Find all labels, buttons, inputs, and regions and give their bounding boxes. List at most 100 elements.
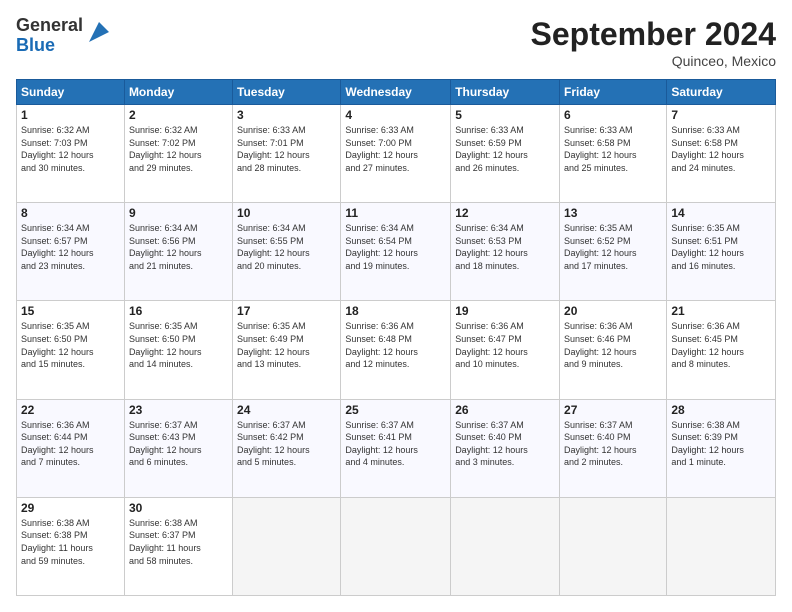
day-number: 18 [345, 304, 446, 318]
day-number: 24 [237, 403, 336, 417]
col-wednesday: Wednesday [341, 80, 451, 105]
day-number: 3 [237, 108, 336, 122]
table-row: 15Sunrise: 6:35 AM Sunset: 6:50 PM Dayli… [17, 301, 125, 399]
day-info: Sunrise: 6:34 AM Sunset: 6:54 PM Dayligh… [345, 222, 446, 272]
table-row: 12 Sunrise: 6:34 AM Sunset: 6:53 PM Dayli… [451, 203, 560, 301]
table-row: 30Sunrise: 6:38 AM Sunset: 6:37 PM Dayli… [124, 497, 232, 595]
table-row: 26Sunrise: 6:37 AM Sunset: 6:40 PM Dayli… [451, 399, 560, 497]
day-number: 13 [564, 206, 662, 220]
day-info: Sunrise: 6:35 AM Sunset: 6:50 PM Dayligh… [129, 320, 228, 370]
day-info: Sunrise: 6:37 AM Sunset: 6:41 PM Dayligh… [345, 419, 446, 469]
week-row-4: 22 Sunrise: 6:36 AM Sunset: 6:44 PM Dayli… [17, 399, 776, 497]
day-info: Sunrise: 6:36 AM Sunset: 6:44 PM Dayligh… [21, 419, 120, 469]
day-info: Sunrise: 6:38 AM Sunset: 6:38 PM Dayligh… [21, 517, 120, 567]
col-monday: Monday [124, 80, 232, 105]
logo-blue: Blue [16, 35, 55, 55]
week-row-1: 1 Sunrise: 6:32 AM Sunset: 7:03 PM Daylig… [17, 105, 776, 203]
location: Quinceo, Mexico [531, 53, 776, 69]
logo: General Blue [16, 16, 113, 56]
day-number: 7 [671, 108, 771, 122]
table-row: 8Sunrise: 6:34 AM Sunset: 6:57 PM Daylig… [17, 203, 125, 301]
day-info: Sunrise: 6:34 AM Sunset: 6:56 PM Dayligh… [129, 222, 228, 272]
day-info: Sunrise: 6:32 AM Sunset: 7:03 PM Dayligh… [21, 124, 120, 174]
table-row: 25 Sunrise: 6:37 AM Sunset: 6:41 PM Dayli… [341, 399, 451, 497]
table-row: 22 Sunrise: 6:36 AM Sunset: 6:44 PM Dayli… [17, 399, 125, 497]
table-row: 17 Sunrise: 6:35 AM Sunset: 6:49 PM Dayli… [233, 301, 341, 399]
day-number: 21 [671, 304, 771, 318]
day-number: 23 [129, 403, 228, 417]
table-row: 13 Sunrise: 6:35 AM Sunset: 6:52 PM Dayli… [560, 203, 667, 301]
table-row: 21Sunrise: 6:36 AM Sunset: 6:45 PM Dayli… [667, 301, 776, 399]
day-number: 4 [345, 108, 446, 122]
day-info: Sunrise: 6:33 AM Sunset: 7:00 PM Dayligh… [345, 124, 446, 174]
table-row: 27 Sunrise: 6:37 AM Sunset: 6:40 PM Dayli… [560, 399, 667, 497]
day-number: 29 [21, 501, 120, 515]
col-thursday: Thursday [451, 80, 560, 105]
table-row: 6Sunrise: 6:33 AM Sunset: 6:58 PM Daylig… [560, 105, 667, 203]
day-info: Sunrise: 6:35 AM Sunset: 6:50 PM Dayligh… [21, 320, 120, 370]
day-number: 11 [345, 206, 446, 220]
day-number: 6 [564, 108, 662, 122]
day-number: 19 [455, 304, 555, 318]
table-row: 16 Sunrise: 6:35 AM Sunset: 6:50 PM Dayli… [124, 301, 232, 399]
day-number: 1 [21, 108, 120, 122]
col-saturday: Saturday [667, 80, 776, 105]
week-row-3: 15Sunrise: 6:35 AM Sunset: 6:50 PM Dayli… [17, 301, 776, 399]
table-row [451, 497, 560, 595]
table-row: 3Sunrise: 6:33 AM Sunset: 7:01 PM Daylig… [233, 105, 341, 203]
day-number: 2 [129, 108, 228, 122]
table-row: 7 Sunrise: 6:33 AM Sunset: 6:58 PM Daylig… [667, 105, 776, 203]
calendar-table: Sunday Monday Tuesday Wednesday Thursday… [16, 79, 776, 596]
table-row: 1 Sunrise: 6:32 AM Sunset: 7:03 PM Daylig… [17, 105, 125, 203]
day-info: Sunrise: 6:34 AM Sunset: 6:53 PM Dayligh… [455, 222, 555, 272]
day-number: 28 [671, 403, 771, 417]
day-number: 27 [564, 403, 662, 417]
week-row-5: 29 Sunrise: 6:38 AM Sunset: 6:38 PM Dayli… [17, 497, 776, 595]
month-title: September 2024 [531, 16, 776, 53]
day-info: Sunrise: 6:33 AM Sunset: 6:58 PM Dayligh… [671, 124, 771, 174]
day-info: Sunrise: 6:35 AM Sunset: 6:52 PM Dayligh… [564, 222, 662, 272]
table-row: 10 Sunrise: 6:34 AM Sunset: 6:55 PM Dayli… [233, 203, 341, 301]
header-row: Sunday Monday Tuesday Wednesday Thursday… [17, 80, 776, 105]
logo-general: General [16, 15, 83, 35]
day-info: Sunrise: 6:35 AM Sunset: 6:49 PM Dayligh… [237, 320, 336, 370]
table-row [667, 497, 776, 595]
day-info: Sunrise: 6:37 AM Sunset: 6:43 PM Dayligh… [129, 419, 228, 469]
day-info: Sunrise: 6:35 AM Sunset: 6:51 PM Dayligh… [671, 222, 771, 272]
day-info: Sunrise: 6:38 AM Sunset: 6:37 PM Dayligh… [129, 517, 228, 567]
day-number: 10 [237, 206, 336, 220]
table-row: 19 Sunrise: 6:36 AM Sunset: 6:47 PM Dayli… [451, 301, 560, 399]
table-row: 9 Sunrise: 6:34 AM Sunset: 6:56 PM Daylig… [124, 203, 232, 301]
col-tuesday: Tuesday [233, 80, 341, 105]
day-number: 26 [455, 403, 555, 417]
day-info: Sunrise: 6:34 AM Sunset: 6:57 PM Dayligh… [21, 222, 120, 272]
day-info: Sunrise: 6:34 AM Sunset: 6:55 PM Dayligh… [237, 222, 336, 272]
day-info: Sunrise: 6:37 AM Sunset: 6:42 PM Dayligh… [237, 419, 336, 469]
day-number: 17 [237, 304, 336, 318]
day-number: 20 [564, 304, 662, 318]
table-row: 28 Sunrise: 6:38 AM Sunset: 6:39 PM Dayli… [667, 399, 776, 497]
day-number: 22 [21, 403, 120, 417]
day-number: 25 [345, 403, 446, 417]
day-info: Sunrise: 6:36 AM Sunset: 6:47 PM Dayligh… [455, 320, 555, 370]
day-number: 12 [455, 206, 555, 220]
col-friday: Friday [560, 80, 667, 105]
table-row: 29 Sunrise: 6:38 AM Sunset: 6:38 PM Dayli… [17, 497, 125, 595]
col-sunday: Sunday [17, 80, 125, 105]
day-info: Sunrise: 6:36 AM Sunset: 6:48 PM Dayligh… [345, 320, 446, 370]
calendar-page: General Blue September 2024 Quinceo, Mex… [0, 0, 792, 612]
day-number: 9 [129, 206, 228, 220]
table-row [341, 497, 451, 595]
day-info: Sunrise: 6:37 AM Sunset: 6:40 PM Dayligh… [564, 419, 662, 469]
table-row: 23 Sunrise: 6:37 AM Sunset: 6:43 PM Dayli… [124, 399, 232, 497]
table-row: 20Sunrise: 6:36 AM Sunset: 6:46 PM Dayli… [560, 301, 667, 399]
table-row [560, 497, 667, 595]
table-row: 14Sunrise: 6:35 AM Sunset: 6:51 PM Dayli… [667, 203, 776, 301]
title-block: September 2024 Quinceo, Mexico [531, 16, 776, 69]
week-row-2: 8Sunrise: 6:34 AM Sunset: 6:57 PM Daylig… [17, 203, 776, 301]
day-info: Sunrise: 6:38 AM Sunset: 6:39 PM Dayligh… [671, 419, 771, 469]
day-info: Sunrise: 6:33 AM Sunset: 6:59 PM Dayligh… [455, 124, 555, 174]
header: General Blue September 2024 Quinceo, Mex… [16, 16, 776, 69]
day-number: 16 [129, 304, 228, 318]
table-row [233, 497, 341, 595]
